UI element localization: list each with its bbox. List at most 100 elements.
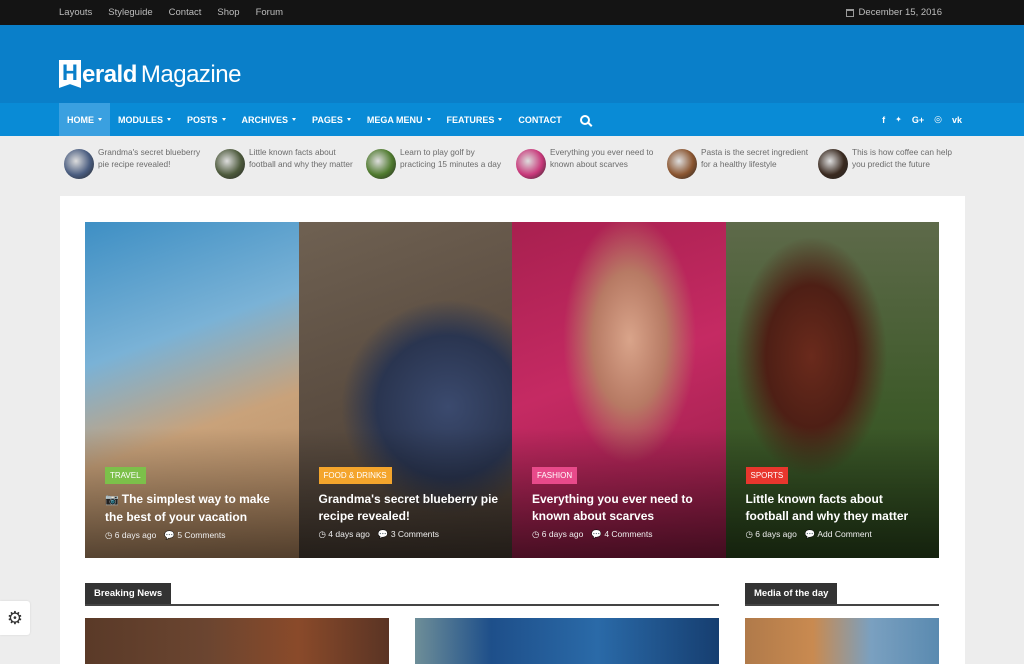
ticker-item[interactable]: Everything you ever need to known about … [516,147,661,179]
clock-icon: ◷ [745,529,756,539]
camera-icon: 📷 [105,494,122,506]
comments-link[interactable]: 💬 Add Comment [805,529,872,540]
ticker-item[interactable]: Pasta is the secret ingredient for a hea… [667,147,812,179]
featured-caption: FOOD & DRINKS Grandma's secret blueberry … [318,465,501,540]
nav-item-contact[interactable]: CONTACT [510,103,569,136]
top-link-layouts[interactable]: Layouts [59,7,92,18]
featured-caption: SPORTS Little known facts about football … [745,465,928,540]
nav-item-label: CONTACT [518,114,562,125]
instagram-icon[interactable]: ◎ [934,114,942,125]
nav-item-mega-menu[interactable]: MEGA MENU [359,103,439,136]
ticker-item[interactable]: Little known facts about football and wh… [215,147,360,179]
ticker-thumbnail [667,149,697,179]
nav-menu: HOME MODULES POSTS ARCHIVES PAGES MEGA MENU FE… [59,103,598,136]
ticker-item[interactable]: This is how coffee can help you predict … [818,147,963,179]
nav-item-label: HOME [67,114,94,125]
featured-post[interactable]: FASHION Everything you ever need to known… [512,222,726,558]
category-badge[interactable]: SPORTS [745,467,789,484]
post-ticker: Grandma's secret blueberry pie recipe re… [0,136,1024,196]
comments-link[interactable]: 💬 4 Comments [591,529,652,540]
ticker-title: Pasta is the secret ingredient for a hea… [701,147,808,169]
featured-title: The simplest way to make the best of you… [105,492,270,524]
nav-item-posts[interactable]: POSTS [179,103,234,136]
featured-post[interactable]: TRAVEL 📷 The simplest way to make the bes… [85,222,299,558]
caret-down-icon [292,118,297,121]
search-button[interactable] [570,103,598,136]
breaking-news-image-1[interactable] [85,618,389,664]
date-display: December 15, 2016 [845,0,942,25]
post-meta: ◷ 6 days ago 💬 5 Comments [105,530,287,541]
nav-item-label: PAGES [312,114,343,125]
comment-count: 5 Comments [177,530,226,540]
post-time: 6 days ago [541,529,584,539]
google-plus-icon[interactable]: G+ [912,115,924,125]
featured-title: Little known facts about football and wh… [745,492,909,523]
nav-item-archives[interactable]: ARCHIVES [234,103,305,136]
caret-down-icon [98,118,102,121]
comments-link[interactable]: 💬 5 Comments [164,530,225,541]
clock-icon: ◷ [532,529,542,539]
logo-mark: H [59,60,81,88]
ticker-item[interactable]: Learn to play golf by practicing 15 minu… [366,147,511,179]
post-meta: ◷ 6 days ago 💬 Add Comment [746,529,928,540]
post-meta: ◷ 6 days ago 💬 4 Comments [532,529,714,540]
featured-caption: TRAVEL 📷 The simplest way to make the bes… [105,465,287,541]
ticker-title: This is how coffee can help you predict … [852,147,952,169]
logo-letter: H [62,60,78,85]
main-nav: HOME MODULES POSTS ARCHIVES PAGES MEGA MENU FE… [0,103,1024,136]
vk-icon[interactable]: vk [952,115,962,125]
top-link-forum[interactable]: Forum [256,7,283,18]
clock-icon: ◷ [318,529,329,539]
logo-bold: erald [82,61,137,88]
time-meta: ◷ 6 days ago [746,529,797,540]
gear-icon[interactable]: ⚙ [0,601,30,635]
ticker-thumbnail [215,149,245,179]
top-bar: Layouts Styleguide Contact Shop Forum De… [0,0,1024,25]
ticker-thumbnail [64,149,94,179]
featured-title: Grandma's secret blueberry pie recipe re… [318,492,499,523]
comment-icon: 💬 [164,530,178,540]
featured-title-wrap[interactable]: Everything you ever need to known about … [532,491,714,525]
time-meta: ◷ 6 days ago [105,530,156,541]
search-icon [579,114,590,125]
breaking-news-title: Breaking News [85,583,172,604]
twitter-icon[interactable]: ✦ [895,115,902,124]
post-time: 6 days ago [755,529,797,539]
featured-title-wrap[interactable]: 📷 The simplest way to make the best of y… [105,491,287,526]
facebook-icon[interactable]: f [882,115,885,125]
featured-title-wrap[interactable]: Little known facts about football and wh… [746,491,928,525]
ticker-item[interactable]: Grandma's secret blueberry pie recipe re… [64,147,209,179]
top-link-contact[interactable]: Contact [169,7,202,18]
caret-down-icon [426,118,431,121]
category-badge[interactable]: FOOD & DRINKS [318,467,392,484]
featured-post[interactable]: FOOD & DRINKS Grandma's secret blueberry … [298,222,512,558]
nav-item-label: MODULES [118,114,163,125]
social-links: f ✦ G+ ◎ vk [882,103,962,136]
post-meta: ◷ 4 days ago 💬 3 Comments [319,529,501,540]
caret-down-icon [167,118,171,121]
nav-item-home[interactable]: HOME [59,103,110,136]
featured-post[interactable]: SPORTS Little known facts about football … [725,222,939,558]
top-link-styleguide[interactable]: Styleguide [108,7,152,18]
site-logo[interactable]: H erald Magazine [59,60,241,88]
post-time: 6 days ago [114,530,157,540]
nav-item-pages[interactable]: PAGES [304,103,359,136]
category-badge[interactable]: TRAVEL [105,467,146,484]
ticker-title: Grandma's secret blueberry pie recipe re… [98,147,201,169]
post-time: 4 days ago [328,529,370,539]
logo-light: Magazine [140,61,242,88]
featured-title-wrap[interactable]: Grandma's secret blueberry pie recipe re… [319,491,501,525]
top-link-shop[interactable]: Shop [217,7,239,18]
site-header: H erald Magazine [0,25,1024,103]
ticker-title: Everything you ever need to known about … [550,147,654,169]
nav-item-modules[interactable]: MODULES [110,103,179,136]
nav-item-label: ARCHIVES [241,114,289,125]
category-badge[interactable]: FASHION [532,467,578,484]
nav-item-features[interactable]: FEATURES [439,103,511,136]
comments-link[interactable]: 💬 3 Comments [378,529,439,540]
featured-posts: TRAVEL 📷 The simplest way to make the bes… [85,222,939,558]
time-meta: ◷ 4 days ago [319,529,370,540]
media-of-day-image[interactable] [745,618,939,664]
breaking-news-image-2[interactable] [415,618,719,664]
clock-icon: ◷ [105,530,115,540]
